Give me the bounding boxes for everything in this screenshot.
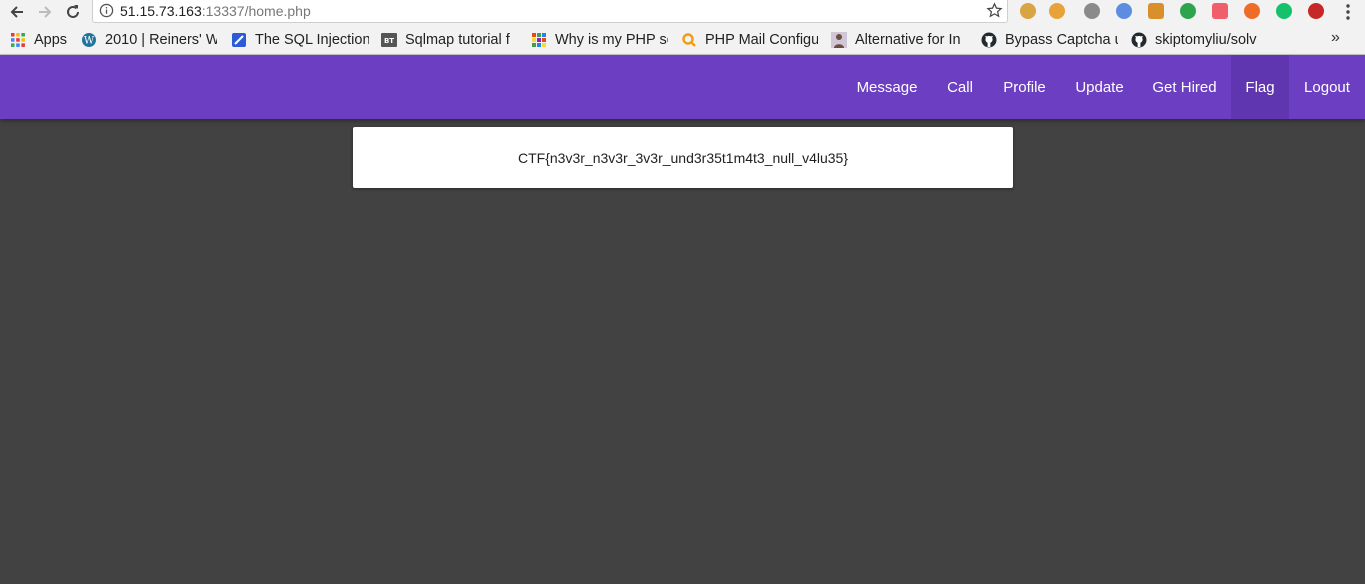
wappalyzer-extension-icon[interactable]: [1116, 3, 1132, 19]
url-path: :13337/home.php: [201, 3, 311, 19]
browser-toolbar: 51.15.73.163:13337/home.php: [0, 0, 1365, 24]
bookmark-label: Why is my PHP sc: [555, 32, 668, 48]
bookmark-apps[interactable]: Apps: [10, 30, 76, 50]
bookmark-skiptomyliu[interactable]: skiptomyliu/solv: [1131, 30, 1268, 50]
bookmark-label: 2010 | Reiners' W: [105, 32, 217, 48]
flag-card: CTF{n3v3r_n3v3r_3v3r_und3r35t1m4t3_null_…: [353, 127, 1013, 188]
bookmarks-overflow-button[interactable]: »: [1331, 29, 1340, 47]
bookmark-label: Sqlmap tutorial f: [405, 32, 510, 48]
nav-call[interactable]: Call: [932, 55, 988, 119]
cookie-extension-icon[interactable]: [1020, 3, 1036, 19]
tools-extension-icon[interactable]: [1084, 3, 1100, 19]
bt-icon: BT: [381, 32, 397, 48]
bookmark-label: Bypass Captcha u: [1005, 32, 1118, 48]
bookmark-sql-injection[interactable]: The SQL Injection: [231, 30, 369, 50]
url-host: 51.15.73.163: [120, 3, 202, 19]
power-extension-icon[interactable]: [1308, 3, 1324, 19]
bookmarks-bar: Apps W 2010 | Reiners' W The SQL Injecti…: [0, 24, 1365, 55]
wordpress-icon: W: [81, 32, 97, 48]
nav-logout[interactable]: Logout: [1289, 55, 1365, 119]
sqli-icon: [231, 32, 247, 48]
svg-text:BT: BT: [384, 37, 394, 45]
github-icon: [981, 32, 997, 48]
nav-update[interactable]: Update: [1061, 55, 1138, 119]
forward-button[interactable]: [35, 2, 55, 22]
apps-grid-icon: [10, 32, 26, 48]
bookmark-sqlmap[interactable]: BT Sqlmap tutorial f: [381, 30, 517, 50]
nav-get-hired[interactable]: Get Hired: [1138, 55, 1231, 119]
svg-text:W: W: [84, 36, 95, 47]
bookmark-label: Alternative for In: [855, 32, 961, 48]
nav-message[interactable]: Message: [842, 55, 932, 119]
bookmark-label: The SQL Injection: [255, 32, 369, 48]
bookmark-alternative[interactable]: Alternative for In: [831, 30, 968, 50]
nav-flag[interactable]: Flag: [1231, 55, 1289, 119]
grammarly-extension-icon[interactable]: [1276, 3, 1292, 19]
bookmark-label: skiptomyliu/solv: [1155, 32, 1257, 48]
bookmark-php-script[interactable]: Why is my PHP sc: [531, 30, 668, 50]
close-circle-extension-icon[interactable]: [1244, 3, 1260, 19]
back-button[interactable]: [7, 2, 27, 22]
url-text: 51.15.73.163:13337/home.php: [120, 3, 311, 19]
hand-extension-icon[interactable]: [1180, 3, 1196, 19]
monday-extension-icon[interactable]: [1212, 3, 1228, 19]
bookmark-label: Apps: [34, 32, 68, 48]
arrow-left-icon: [10, 6, 23, 18]
bookmark-label: PHP Mail Configu: [705, 32, 818, 48]
bookmark-bypass-captcha[interactable]: Bypass Captcha u: [981, 30, 1118, 50]
bookmark-reiners[interactable]: W 2010 | Reiners' W: [81, 30, 217, 50]
edit-this-cookie-extension-icon[interactable]: [1148, 3, 1164, 19]
person-icon: [831, 32, 847, 48]
browser-menu-icon[interactable]: [1340, 3, 1356, 21]
address-bar[interactable]: 51.15.73.163:13337/home.php: [92, 0, 1008, 23]
grid-icon: [531, 32, 547, 48]
reload-icon: [67, 5, 79, 18]
reload-button[interactable]: [63, 2, 83, 22]
arrow-right-icon: [39, 6, 52, 18]
flag-text: CTF{n3v3r_n3v3r_3v3r_und3r35t1m4t3_null_…: [518, 149, 848, 166]
search-q-icon: [681, 32, 697, 48]
nav-profile[interactable]: Profile: [988, 55, 1061, 119]
github-icon: [1131, 32, 1147, 48]
cookie-editor-extension-icon[interactable]: [1049, 3, 1065, 19]
info-icon: [99, 3, 114, 18]
bookmark-php-mail[interactable]: PHP Mail Configu: [681, 30, 818, 50]
bookmark-star-icon[interactable]: [986, 2, 1003, 19]
site-navbar: Message Call Profile Update Get Hired Fl…: [0, 55, 1365, 119]
